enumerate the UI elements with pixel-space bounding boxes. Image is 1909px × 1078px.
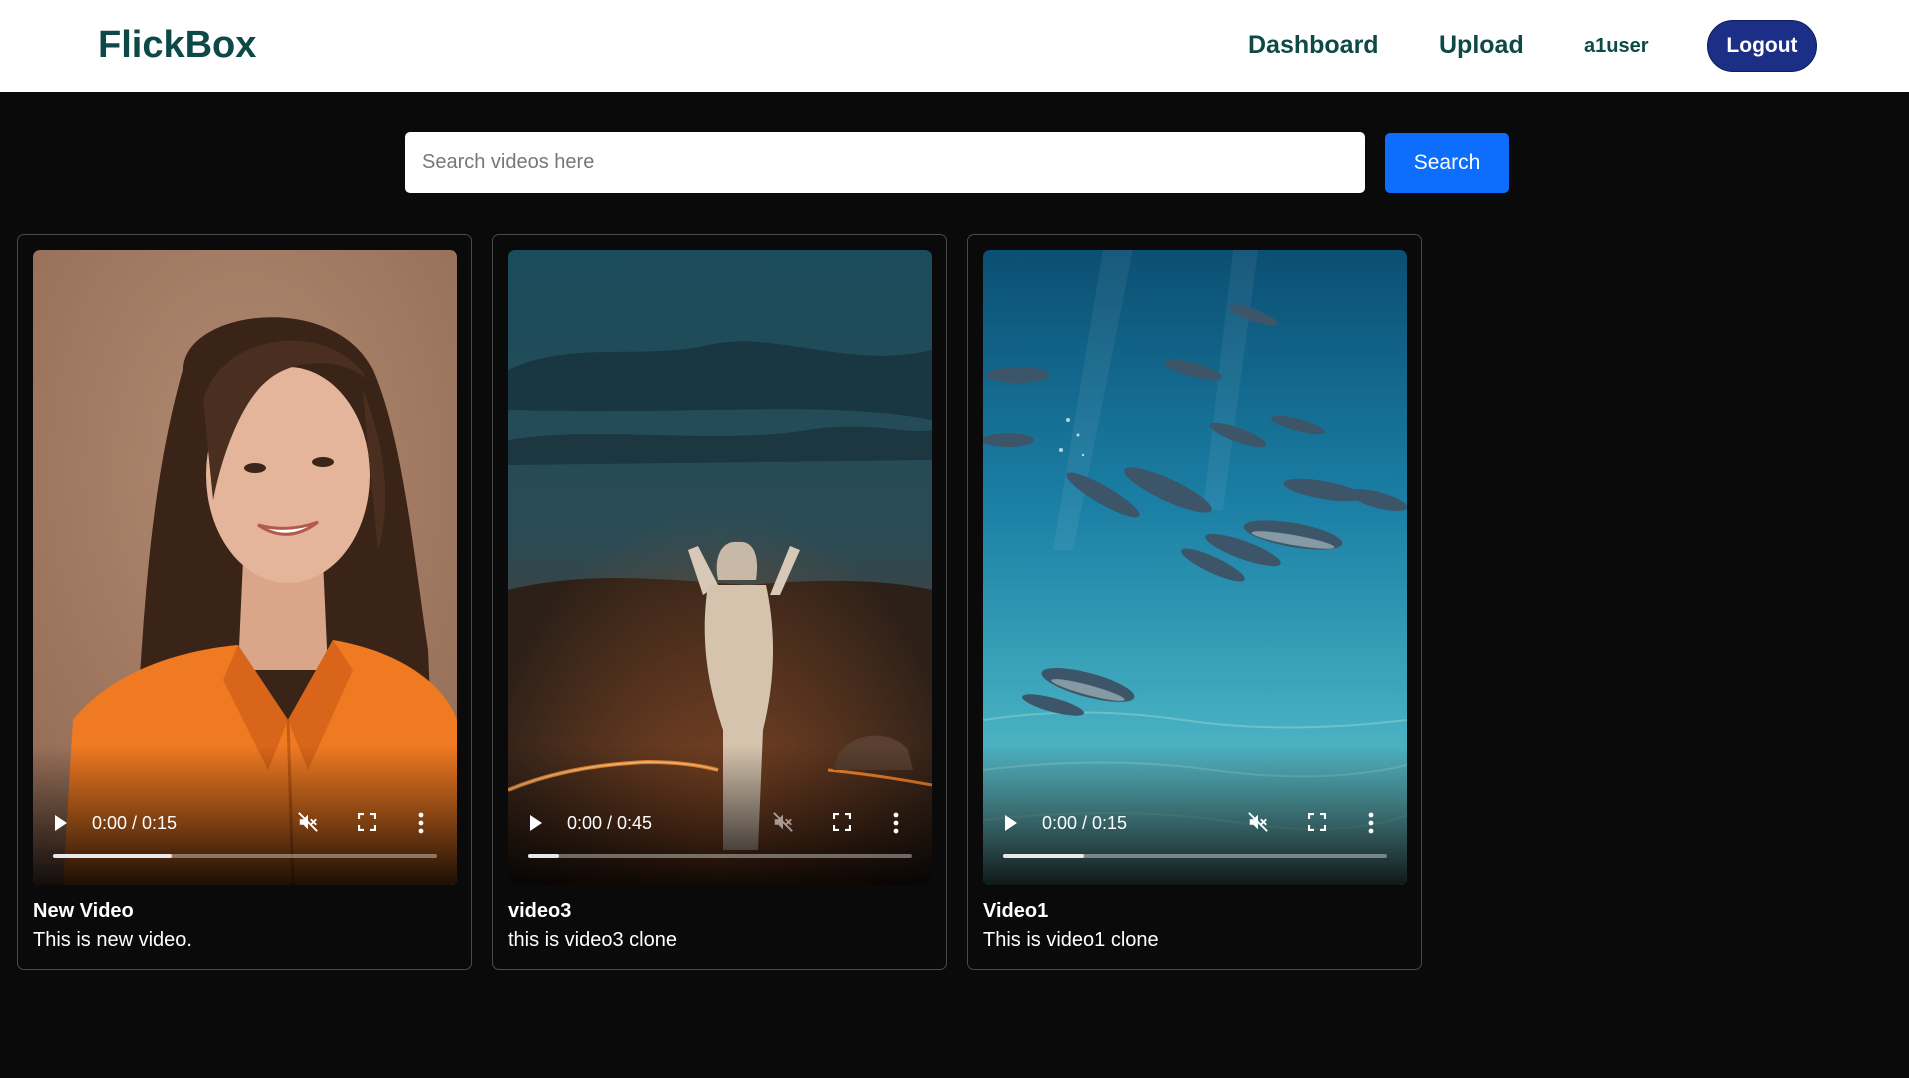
fullscreen-icon[interactable] xyxy=(357,812,377,832)
video-description: this is video3 clone xyxy=(508,929,677,951)
play-icon[interactable] xyxy=(55,815,67,831)
search-input[interactable] xyxy=(405,132,1365,193)
video-title: Video1 xyxy=(983,900,1049,922)
nav-upload-link[interactable]: Upload xyxy=(1439,31,1524,60)
video-player[interactable]: 0:00 / 0:45 xyxy=(508,250,932,885)
navbar: FlickBox Dashboard Upload a1user Logout xyxy=(0,0,1909,92)
progress-buffered xyxy=(528,854,559,858)
fullscreen-icon[interactable] xyxy=(1307,812,1327,832)
play-icon[interactable] xyxy=(530,815,542,831)
progress-buffered xyxy=(53,854,173,858)
more-options-icon[interactable] xyxy=(893,812,899,834)
video-progress-bar[interactable] xyxy=(528,854,912,858)
video-title: video3 xyxy=(508,900,572,922)
play-icon[interactable] xyxy=(1005,815,1017,831)
video-time: 0:00 / 0:45 xyxy=(567,813,653,833)
video-card: 0:00 / 0:15 New Video This is new video. xyxy=(17,234,472,970)
video-player[interactable]: 0:00 / 0:15 xyxy=(983,250,1407,885)
logout-button[interactable]: Logout xyxy=(1707,20,1817,72)
video-progress-bar[interactable] xyxy=(1003,854,1387,858)
video-player[interactable]: 0:00 / 0:15 xyxy=(33,250,457,885)
nav-dashboard-link[interactable]: Dashboard xyxy=(1248,31,1379,60)
fullscreen-icon[interactable] xyxy=(832,812,852,832)
more-options-icon[interactable] xyxy=(1368,812,1374,834)
video-card: 0:00 / 0:45 video3 this is video3 clone xyxy=(492,234,947,970)
more-options-icon[interactable] xyxy=(418,812,424,834)
video-time: 0:00 / 0:15 xyxy=(1042,813,1128,833)
video-description: This is video1 clone xyxy=(983,929,1159,951)
username-label: a1user xyxy=(1584,35,1649,57)
muted-icon[interactable] xyxy=(297,811,319,833)
muted-icon[interactable] xyxy=(772,811,794,833)
search-button[interactable]: Search xyxy=(1385,133,1509,193)
video-progress-bar[interactable] xyxy=(53,854,437,858)
video-time: 0:00 / 0:15 xyxy=(92,813,178,833)
muted-icon[interactable] xyxy=(1247,811,1269,833)
brand-logo[interactable]: FlickBox xyxy=(98,24,256,67)
video-title: New Video xyxy=(33,900,134,922)
video-card: 0:00 / 0:15 Video1 This is video1 clone xyxy=(967,234,1422,970)
video-description: This is new video. xyxy=(33,929,192,951)
progress-buffered xyxy=(1003,854,1084,858)
